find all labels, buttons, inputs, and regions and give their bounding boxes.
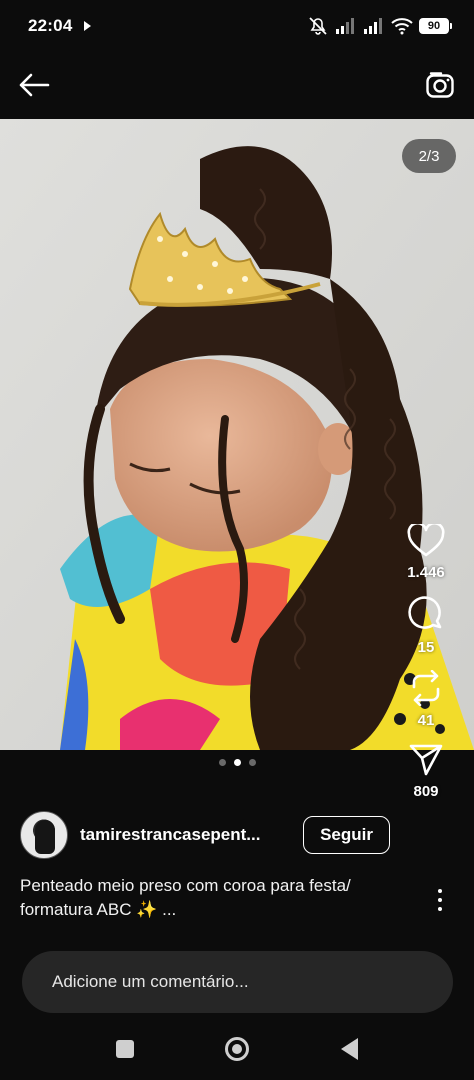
share-count: 809 [413, 783, 439, 800]
camera-button[interactable] [420, 65, 460, 105]
repost-action: 41 [409, 670, 443, 729]
mute-icon [309, 17, 327, 35]
home-icon[interactable] [225, 1037, 250, 1061]
author-username[interactable]: tamirestrancasepent... [80, 825, 260, 845]
comment-count: 15 [417, 639, 435, 656]
carousel-dot [248, 759, 256, 766]
recent-apps-icon[interactable] [115, 1040, 134, 1058]
author-row: tamirestrancasepent... Seguir [20, 810, 390, 860]
avatar[interactable] [20, 811, 68, 859]
caption-line-2: formatura ABC ✨ ... [20, 900, 177, 919]
action-column: 1.446 15 41 809 [392, 524, 460, 814]
post-caption[interactable]: Penteado meio preso com coroa para festa… [20, 874, 398, 922]
status-bar: 22:04 90 [0, 0, 474, 52]
follow-button[interactable]: Seguir [303, 816, 390, 854]
carousel-dot [218, 759, 226, 766]
heart-icon[interactable] [407, 524, 445, 558]
status-icons: 90 [307, 16, 452, 36]
battery-icon: 90 [419, 18, 452, 34]
send-icon[interactable] [408, 743, 444, 777]
more-dot [438, 889, 442, 893]
like-action: 1.446 [407, 524, 445, 581]
more-dot [438, 907, 442, 911]
repost-count: 41 [417, 712, 435, 729]
carousel-dot-active [233, 759, 241, 766]
repost-icon[interactable] [409, 670, 443, 706]
share-action: 809 [408, 743, 444, 800]
top-nav [0, 52, 474, 118]
back-button[interactable] [14, 65, 54, 105]
like-count: 1.446 [407, 564, 445, 581]
comment-placeholder: Adicione um comentário... [52, 972, 249, 991]
camera-icon [426, 72, 454, 98]
caption-line-1: Penteado meio preso com coroa para festa… [20, 876, 351, 895]
media-play-icon [84, 21, 92, 31]
page-indicator: 2/3 [402, 139, 456, 173]
system-back-icon[interactable] [341, 1038, 359, 1060]
back-arrow-icon [19, 73, 50, 97]
signal-icon [364, 18, 382, 34]
system-nav-bar [0, 1018, 474, 1080]
signal-icon [336, 18, 354, 34]
comment-icon[interactable] [407, 595, 445, 633]
comment-action: 15 [407, 595, 445, 656]
status-time: 22:04 [28, 16, 73, 35]
battery-level: 90 [419, 18, 449, 34]
more-options-button[interactable] [428, 886, 452, 914]
more-dot [438, 898, 442, 902]
wifi-icon [391, 18, 413, 35]
comment-input[interactable]: Adicione um comentário... [22, 951, 453, 1013]
